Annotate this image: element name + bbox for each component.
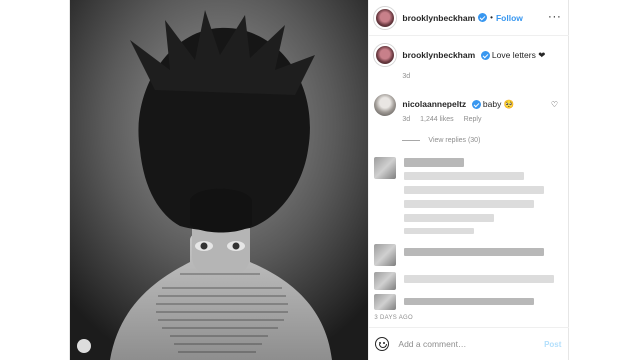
emoji-icon[interactable] <box>375 337 390 351</box>
blurred-text <box>404 200 535 208</box>
caption-timestamp[interactable]: 3d <box>402 73 410 80</box>
post-sidebar: brooklynbeckham • Follow ··· brooklynbec… <box>368 0 570 360</box>
blurred-text <box>404 228 475 234</box>
comment-bar: Add a comment… Post <box>369 327 570 360</box>
caption-text: brooklynbeckham Love letters ❤ <box>402 44 545 66</box>
caption-body: Love letters ❤ <box>491 50 546 60</box>
camera-icon[interactable] <box>77 339 91 353</box>
blurred-text <box>404 172 525 180</box>
comment-meta: 3d 1,244 likes Reply <box>402 116 489 123</box>
post-photo[interactable] <box>70 0 369 360</box>
comment-timestamp[interactable]: 3d <box>402 116 410 123</box>
comment-body: baby 🥺 <box>482 99 515 109</box>
dot-separator: • <box>490 13 493 22</box>
commenter-avatar[interactable] <box>374 94 397 116</box>
comment-likes[interactable]: 1,244 likes <box>420 116 453 123</box>
caption-avatar[interactable] <box>374 44 397 66</box>
heart-outline-icon[interactable]: ♡ <box>551 100 558 109</box>
verified-badge-icon <box>480 51 490 61</box>
comment-text: nicolaannepeltz baby 🥺 <box>402 94 514 116</box>
view-replies-button[interactable]: View replies (30) <box>402 137 480 144</box>
blurred-text <box>404 298 535 305</box>
view-replies-label: View replies (30) <box>428 137 481 144</box>
blurred-text <box>404 214 495 222</box>
replies-divider <box>402 140 421 141</box>
comment: nicolaannepeltz baby 🥺 <box>374 94 564 116</box>
author-avatar[interactable] <box>374 6 397 29</box>
more-options-icon[interactable]: ··· <box>548 10 562 22</box>
commenter-username[interactable]: nicolaannepeltz <box>402 99 466 109</box>
caption: brooklynbeckham Love letters ❤ <box>374 44 564 66</box>
comment-input[interactable]: Add a comment… <box>398 339 544 349</box>
instagram-post-modal: brooklynbeckham • Follow ··· brooklynbec… <box>69 0 570 360</box>
verified-badge-icon <box>478 13 488 22</box>
reply-button[interactable]: Reply <box>464 116 482 123</box>
follow-button[interactable]: Follow <box>496 13 523 23</box>
blurred-avatar <box>374 157 397 179</box>
post-photo-artwork <box>70 0 369 360</box>
blurred-avatar <box>374 272 397 290</box>
caption-username[interactable]: brooklynbeckham <box>402 50 475 60</box>
post-comment-button[interactable]: Post <box>544 340 561 349</box>
author-username[interactable]: brooklynbeckham <box>402 13 475 23</box>
verified-badge-icon <box>471 100 481 110</box>
blurred-avatar <box>374 294 397 310</box>
post-header: brooklynbeckham • Follow ··· <box>369 0 570 36</box>
blurred-avatar <box>374 244 397 266</box>
post-timestamp[interactable]: 3 DAYS AGO <box>374 315 413 321</box>
blurred-text <box>404 186 545 194</box>
blurred-text <box>404 275 555 283</box>
blurred-text <box>404 158 465 167</box>
blurred-text <box>404 248 545 256</box>
